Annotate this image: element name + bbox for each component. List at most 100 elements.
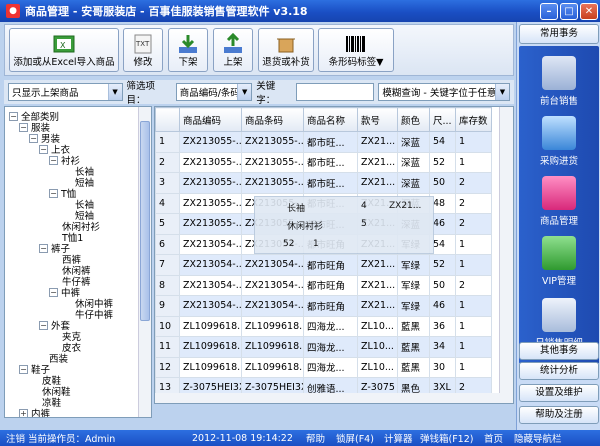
collapse-icon[interactable]: − (19, 122, 28, 132)
column-header[interactable]: 商品条码 (241, 107, 304, 132)
table-cell[interactable]: 2 (455, 274, 492, 296)
table-cell[interactable]: ZX213055-... (241, 131, 304, 153)
row-number[interactable]: 6 (155, 233, 180, 255)
table-cell[interactable]: ZX213055-... (179, 192, 242, 214)
settings-button[interactable]: 设置及维护 (519, 384, 599, 402)
row-number[interactable]: 3 (155, 172, 180, 194)
table-row[interactable]: 10 ZL1099618... ZL1099618... 四海龙... ZL10... 藍… (155, 315, 492, 337)
collapse-icon[interactable]: − (29, 133, 38, 143)
table-cell[interactable]: 藍黑 (397, 315, 430, 337)
table-cell[interactable]: 藍黑 (397, 336, 430, 358)
maximize-button[interactable]: □ (560, 2, 578, 20)
row-number[interactable]: 2 (155, 151, 180, 173)
table-cell[interactable]: ZX213054-... (241, 274, 304, 296)
other-tasks-button[interactable]: 其他事务 (519, 342, 599, 360)
table-cell[interactable]: 军绿 (397, 274, 430, 296)
hide-nav-link[interactable]: 隐藏导航栏 (514, 431, 562, 445)
tree-node-suit[interactable]: 西装 (49, 351, 68, 365)
table-cell[interactable]: 四海龙... (303, 336, 358, 358)
lock-screen-link[interactable]: 锁屏(F4) (336, 431, 384, 445)
table-cell[interactable]: ZX213055-... (179, 151, 242, 173)
table-cell[interactable]: ZX21... (357, 295, 398, 317)
column-header[interactable]: 商品编码 (179, 107, 242, 132)
table-cell[interactable]: 52 (429, 151, 456, 173)
tree-scrollbar[interactable] (138, 107, 151, 417)
column-header[interactable]: 颜色 (397, 107, 430, 132)
table-cell[interactable]: ZX213055-... (179, 131, 242, 153)
column-header[interactable]: 款号 (357, 107, 398, 132)
table-cell[interactable]: ZL10... (357, 336, 398, 358)
keyword-input[interactable] (296, 83, 375, 101)
column-header[interactable]: 尺... (429, 107, 456, 132)
tree-node-short-sleeve[interactable]: 短袖 (75, 175, 94, 189)
barcode-label-button[interactable]: 条形码标签▼ (318, 28, 394, 72)
row-number[interactable]: 9 (155, 295, 180, 317)
table-cell[interactable]: 都市旺角 (303, 254, 358, 276)
table-cell[interactable]: ZX213055-... (241, 172, 304, 194)
nav-goods[interactable]: 商品管理 (519, 176, 599, 227)
return-button[interactable]: 退货或补货 (258, 28, 314, 72)
nav-vip[interactable]: VIP管理 (519, 236, 599, 287)
table-cell[interactable]: 1 (455, 295, 492, 317)
filter-field-select[interactable]: 商品编码/条码 ▼ (175, 83, 253, 101)
table-cell[interactable]: ZX21... (357, 172, 398, 194)
table-cell[interactable]: 34 (429, 336, 456, 358)
table-cell[interactable]: ZX213055-... (179, 213, 242, 235)
tree-node-tshirt[interactable]: − T恤 (49, 186, 76, 200)
table-cell[interactable]: ZL1099618... (179, 315, 242, 337)
common-tasks-header[interactable]: 常用事务 (519, 24, 599, 44)
collapse-icon[interactable]: − (39, 320, 48, 330)
table-cell[interactable]: 52 (429, 254, 456, 276)
table-cell[interactable]: 50 (429, 172, 456, 194)
table-cell[interactable]: ZX213054-... (179, 254, 242, 276)
row-number[interactable]: 10 (155, 315, 180, 337)
table-cell[interactable]: ZX213055-... (241, 151, 304, 173)
table-cell[interactable]: 四海龙... (303, 356, 358, 378)
table-cell[interactable]: 2 (455, 192, 492, 214)
tree-node-jeans-mid[interactable]: 牛仔中裤 (75, 307, 113, 321)
table-cell[interactable]: 2 (455, 172, 492, 194)
table-cell[interactable]: ZX21... (357, 131, 398, 153)
scrollbar-thumb[interactable] (140, 121, 150, 321)
collapse-icon[interactable]: − (49, 188, 58, 198)
row-number[interactable]: 8 (155, 274, 180, 296)
row-number[interactable]: 11 (155, 336, 180, 358)
table-row[interactable]: 12 ZL1099618... ZL1099618... 四海龙... ZL10... 藍… (155, 356, 492, 378)
table-cell[interactable]: 46 (429, 295, 456, 317)
table-cell[interactable]: ZX213055-... (179, 172, 242, 194)
shelve-button[interactable]: 上架 (213, 28, 253, 72)
modify-button[interactable]: TXT 修改 (123, 28, 163, 72)
table-cell[interactable]: 1 (455, 151, 492, 173)
table-cell[interactable]: ZX21... (357, 274, 398, 296)
collapse-icon[interactable]: − (19, 364, 28, 374)
table-row[interactable]: 1 ZX213055-... ZX213055-... 都市旺... ZX21... 深蓝… (155, 131, 492, 153)
help-register-button[interactable]: 帮助及注册 (519, 406, 599, 424)
nav-purchase[interactable]: 采购进货 (519, 116, 599, 167)
table-row[interactable]: 3 ZX213055-... ZX213055-... 都市旺... ZX21... 深蓝… (155, 172, 492, 194)
table-cell[interactable]: 2 (455, 213, 492, 235)
row-number[interactable]: 5 (155, 213, 180, 235)
nav-front-sales[interactable]: 前台销售 (519, 56, 599, 107)
column-header[interactable]: 商品名称 (303, 107, 358, 132)
collapse-icon[interactable]: − (9, 111, 18, 121)
table-cell[interactable]: ZX213054-... (241, 295, 304, 317)
row-number[interactable]: 1 (155, 131, 180, 153)
table-cell[interactable]: 1 (455, 233, 492, 255)
table-cell[interactable]: ZX21... (357, 151, 398, 173)
table-cell[interactable]: 军绿 (397, 254, 430, 276)
minimize-button[interactable]: – (540, 2, 558, 20)
table-cell[interactable]: 都市旺... (303, 172, 358, 194)
table-cell[interactable]: ZX213054-... (179, 295, 242, 317)
table-cell[interactable]: 藍黑 (397, 356, 430, 378)
row-number[interactable]: 7 (155, 254, 180, 276)
query-mode-select[interactable]: 模糊查询 - 关键字位于任意位置 ▼ (378, 83, 510, 101)
table-cell[interactable]: 1 (455, 356, 492, 378)
table-cell[interactable]: 1 (455, 254, 492, 276)
collapse-icon[interactable]: − (39, 243, 48, 253)
table-row[interactable]: 2 ZX213055-... ZX213055-... 都市旺... ZX21... 深蓝… (155, 151, 492, 173)
collapse-icon[interactable]: − (49, 287, 58, 297)
stats-button[interactable]: 统计分析 (519, 362, 599, 380)
row-number[interactable]: 4 (155, 192, 180, 214)
calculator-link[interactable]: 计算器 (384, 431, 420, 445)
table-cell[interactable]: 50 (429, 274, 456, 296)
